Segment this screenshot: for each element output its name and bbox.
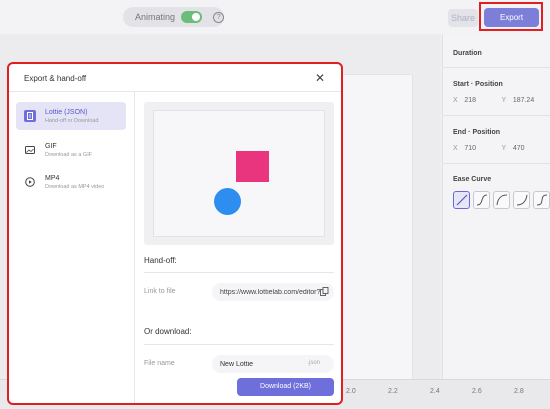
or-download-label: Or download: <box>144 327 192 336</box>
export-dialog: Export & hand-off ✕ Lottie (JSON) Hand-o… <box>7 62 343 405</box>
image-icon <box>24 144 36 156</box>
end-y-axis: Y <box>501 145 507 152</box>
end-x-input[interactable]: 710 <box>464 145 501 152</box>
animation-preview <box>144 102 334 245</box>
link-field[interactable]: https://www.lottielab.com/editor?file... <box>212 283 334 301</box>
duration-section: Duration <box>443 34 550 68</box>
custom-curve-icon[interactable] <box>533 191 550 209</box>
timeline-tick: 2.4 <box>430 388 440 395</box>
filename-label: File name <box>144 360 175 367</box>
animating-toggle[interactable] <box>181 11 203 23</box>
animating-label: Animating <box>135 12 176 22</box>
duration-label: Duration <box>453 50 482 57</box>
divider <box>144 272 334 273</box>
share-button[interactable]: Share <box>448 9 478 27</box>
timeline-tick: 2.2 <box>388 388 398 395</box>
top-toolbar: Animating ? Share Export <box>0 0 550 34</box>
end-position-section: End · Position X 710 Y 470 <box>443 116 550 164</box>
timeline-tick: 2.6 <box>472 388 482 395</box>
dialog-header: Export & hand-off ✕ <box>9 64 341 92</box>
timeline-tick: 2.0 <box>346 388 356 395</box>
format-label: GIF <box>45 142 57 150</box>
start-y-input[interactable]: 187.24 <box>513 97 550 104</box>
animating-toggle-group: Animating ? <box>123 7 224 27</box>
start-x-input[interactable]: 218 <box>464 97 501 104</box>
export-highlight-box <box>479 2 543 31</box>
format-sublabel: Download as a GIF <box>45 151 93 158</box>
dialog-title: Export & hand-off <box>24 74 87 83</box>
divider <box>144 344 334 345</box>
format-label: Lottie (JSON) <box>45 108 88 116</box>
close-icon[interactable]: ✕ <box>313 71 327 85</box>
format-label: MP4 <box>45 174 60 182</box>
format-list: Lottie (JSON) Hand-off or Download GIF D… <box>9 92 135 403</box>
ease-curve-section: Ease Curve <box>443 164 550 209</box>
blue-circle-shape <box>214 188 241 215</box>
start-position-label: Start · Position <box>453 81 503 88</box>
export-content: Hand-off: Link to file https://www.lotti… <box>135 92 341 403</box>
link-value: https://www.lottielab.com/editor?file... <box>220 288 320 296</box>
pink-square-shape <box>236 151 269 182</box>
format-item-gif[interactable]: GIF Download as a GIF <box>16 136 126 164</box>
handoff-label: Hand-off: <box>144 256 177 265</box>
start-position-section: Start · Position X 218 Y 187.24 <box>443 68 550 116</box>
format-sublabel: Download as MP4 video <box>45 183 105 190</box>
linear-curve-icon[interactable] <box>453 191 470 209</box>
format-item-lottie[interactable]: Lottie (JSON) Hand-off or Download <box>16 102 126 130</box>
filename-field[interactable]: .json <box>212 355 334 373</box>
link-label: Link to file <box>144 288 176 295</box>
start-y-axis: Y <box>501 97 507 104</box>
play-icon <box>24 176 36 188</box>
start-x-axis: X <box>453 97 458 104</box>
file-extension: .json <box>307 360 320 366</box>
preview-artboard <box>153 110 325 237</box>
ease-out-curve-icon[interactable] <box>493 191 510 209</box>
timeline-tick: 2.8 <box>514 388 524 395</box>
end-y-input[interactable]: 470 <box>513 145 550 152</box>
end-x-axis: X <box>453 145 458 152</box>
json-file-icon <box>24 110 36 122</box>
help-icon[interactable]: ? <box>213 11 224 23</box>
ease-curve-label: Ease Curve <box>453 176 492 183</box>
copy-icon[interactable] <box>320 287 329 296</box>
ease-in-curve-icon[interactable] <box>513 191 530 209</box>
format-sublabel: Hand-off or Download <box>45 117 99 124</box>
ease-in-out-curve-icon[interactable] <box>473 191 490 209</box>
end-position-label: End · Position <box>453 129 501 136</box>
format-item-mp4[interactable]: MP4 Download as MP4 video <box>16 168 126 196</box>
properties-panel: Duration Start · Position X 218 Y 187.24… <box>442 34 550 379</box>
download-button[interactable]: Download (2KB) <box>237 378 334 396</box>
filename-input[interactable] <box>220 360 300 368</box>
